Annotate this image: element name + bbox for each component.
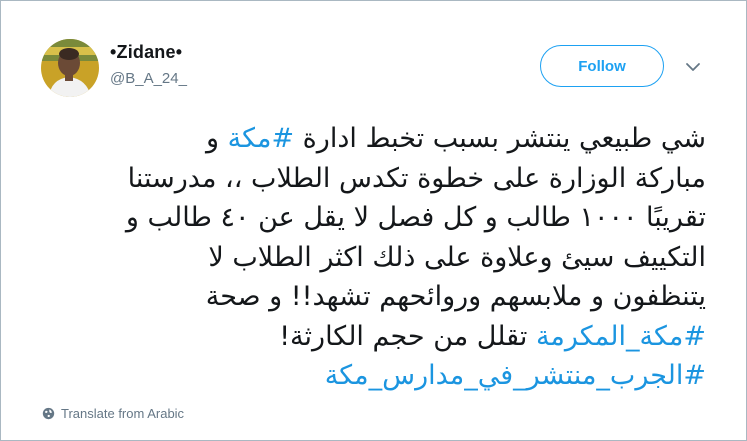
tweet-card: •Zidane• @B_A_24_ Follow شي طبيعي ينتشر …	[0, 0, 747, 441]
hashtag-link[interactable]: #مكة_المكرمة	[536, 321, 706, 352]
translate-label: Translate from Arabic	[61, 406, 185, 421]
tweet-text-segment: و	[205, 123, 228, 154]
avatar[interactable]	[41, 39, 99, 97]
tweet-line-2: مباركة الوزارة على خطوة تكدس الطلاب ،، م…	[127, 162, 706, 194]
globe-icon	[42, 407, 55, 420]
tweet-line-1: شي طبيعي ينتشر بسبب تخبط ادارة #مكة و	[41, 119, 706, 159]
display-name[interactable]: •Zidane•	[110, 42, 182, 63]
tweet-text-segment: شي طبيعي ينتشر بسبب تخبط ادارة	[294, 123, 706, 154]
tweet-line-7: #الجرب_منتشر_في_مدارس_مكة	[41, 356, 706, 396]
tweet-line-3: تقريبًا ١٠٠٠ طالب و كل فصل لا يقل عن ٤٠ …	[125, 202, 706, 233]
tweet-text-segment: تقلل من حجم الكارثة!	[279, 320, 536, 352]
hashtag-link[interactable]: #الجرب_منتشر_في_مدارس_مكة	[325, 360, 706, 391]
tweet-line-6: #مكة_المكرمة تقلل من حجم الكارثة!	[41, 317, 706, 357]
tweet-line-4: التكييف سيئ وعلاوة على ذلك اكثر الطلاب ل…	[208, 241, 706, 273]
follow-button[interactable]: Follow	[540, 45, 664, 87]
tweet-text: شي طبيعي ينتشر بسبب تخبط ادارة #مكة و مب…	[41, 119, 706, 396]
avatar-photo	[41, 39, 99, 97]
tweet-line-5: يتنظفون و ملابسهم وروائحهم تشهد!! و صحة	[205, 281, 706, 312]
user-handle[interactable]: @B_A_24_	[110, 70, 187, 87]
hashtag-link[interactable]: #مكة	[228, 123, 294, 154]
translate-link[interactable]: Translate from Arabic	[42, 406, 184, 421]
chevron-down-icon[interactable]	[684, 58, 702, 76]
